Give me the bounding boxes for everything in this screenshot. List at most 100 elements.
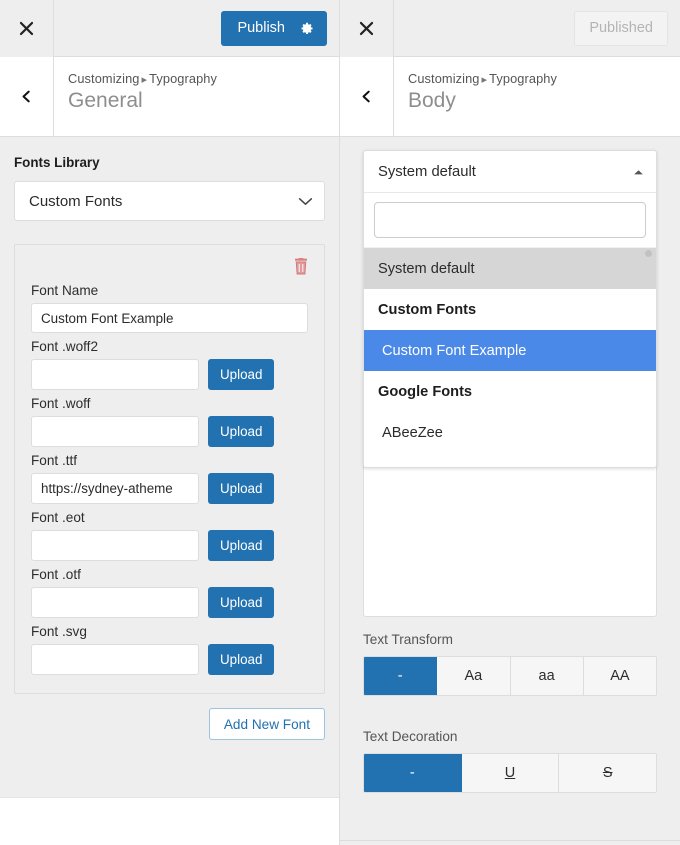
text-transform-option-uppercase[interactable]: AA: [583, 657, 656, 695]
chevron-left-icon: [362, 90, 370, 103]
text-decoration-option-none[interactable]: -: [364, 754, 462, 792]
chevron-down-icon: [298, 193, 313, 210]
font-family-option-list[interactable]: System default Custom Fonts Custom Font …: [364, 247, 656, 467]
font-eot-input[interactable]: [31, 530, 199, 561]
trash-icon[interactable]: [294, 257, 308, 275]
page-title: Body: [408, 89, 456, 112]
close-icon[interactable]: [0, 0, 54, 57]
font-svg-input[interactable]: [31, 644, 199, 675]
caret-up-glyph: [634, 169, 643, 174]
left-section-header: Customizing ▸ Typography General: [0, 57, 339, 137]
font-ttf-row: Upload: [31, 473, 308, 504]
text-transform-option-lowercase[interactable]: aa: [510, 657, 584, 695]
dropdown-scrollbar-thumb[interactable]: [645, 250, 652, 257]
breadcrumb-root: Customizing: [408, 71, 480, 86]
breadcrumb: Customizing ▸ Typography: [408, 71, 680, 86]
text-decoration-button-group: - U S: [363, 753, 657, 793]
font-otf-label: Font .otf: [31, 567, 81, 582]
font-option-system-default[interactable]: System default: [364, 248, 656, 289]
upload-button-svg[interactable]: Upload: [208, 644, 275, 675]
breadcrumb-separator: ▸: [481, 74, 488, 86]
upload-button-woff[interactable]: Upload: [208, 416, 275, 447]
breadcrumb-separator: ▸: [141, 74, 148, 86]
font-family-search-input[interactable]: [374, 202, 646, 238]
back-button[interactable]: [0, 57, 54, 136]
font-otf-row: Upload: [31, 587, 308, 618]
gear-icon[interactable]: [299, 21, 314, 36]
fonts-library-select[interactable]: Custom Fonts: [14, 181, 325, 221]
dropdown-scrollbar[interactable]: [645, 248, 653, 467]
upload-button-otf[interactable]: Upload: [208, 587, 275, 618]
font-family-selected-value: System default: [378, 163, 476, 180]
breadcrumb-section: Typography: [489, 71, 558, 86]
font-option-abel[interactable]: Abel: [364, 453, 656, 468]
font-family-dropdown-toggle[interactable]: System default: [364, 151, 656, 193]
publish-button[interactable]: Publish: [221, 10, 327, 46]
add-new-font-button[interactable]: Add New Font: [208, 708, 325, 740]
font-woff-input[interactable]: [31, 416, 199, 447]
font-name-label: Font Name: [31, 283, 99, 298]
font-family-dropdown: System default System default Custom Fon…: [363, 150, 657, 468]
font-svg-label: Font .svg: [31, 624, 87, 639]
fonts-library-select-value: Custom Fonts: [29, 192, 123, 210]
breadcrumb: Customizing ▸ Typography: [68, 71, 339, 86]
font-eot-row: Upload: [31, 530, 308, 561]
text-decoration-label: Text Decoration: [363, 729, 458, 744]
page-title: General: [68, 89, 143, 112]
font-option-abeezee[interactable]: ABeeZee: [364, 412, 656, 453]
customizer-screenshot: Publish Customizing ▸ Typography General…: [0, 0, 680, 845]
text-transform-label: Text Transform: [363, 632, 453, 647]
back-button[interactable]: [340, 57, 394, 136]
font-option-group-custom-fonts: Custom Fonts: [378, 301, 477, 318]
upload-button-eot[interactable]: Upload: [208, 530, 275, 561]
gear-glyph: [301, 22, 313, 34]
right-header-titles: Customizing ▸ Typography Body: [394, 57, 680, 136]
published-button: Published: [574, 10, 668, 46]
font-otf-input[interactable]: [31, 587, 199, 618]
font-name-input[interactable]: [31, 303, 308, 333]
left-panel-body: Fonts Library Custom Fonts Font Name Cus…: [0, 137, 339, 740]
strikethrough-label: S: [602, 765, 613, 781]
publish-button-label: Publish: [237, 20, 285, 36]
text-transform-button-group: - Aa aa AA: [363, 656, 657, 696]
close-icon[interactable]: [340, 0, 394, 57]
font-card: Font Name Font .woff2 Upload Font .woff …: [14, 244, 325, 694]
font-ttf-input[interactable]: [31, 473, 199, 504]
underline-label: U: [504, 765, 516, 781]
font-woff2-input[interactable]: [31, 359, 199, 390]
left-panel-footer: [0, 797, 339, 845]
chevron-left-icon: [22, 90, 30, 103]
text-decoration-section: Text Decoration - U S: [340, 729, 680, 793]
close-glyph: [359, 21, 374, 35]
close-glyph: [19, 21, 34, 35]
breadcrumb-section: Typography: [149, 71, 218, 86]
font-woff-row: Upload: [31, 416, 308, 447]
breadcrumb-root: Customizing: [68, 71, 140, 86]
body-section: Body Font Size: [340, 840, 680, 845]
font-svg-row: Upload: [31, 644, 308, 675]
font-option-custom-font-example[interactable]: Custom Font Example: [364, 330, 656, 371]
left-topbar: Publish: [0, 0, 339, 57]
text-transform-option-capitalize[interactable]: Aa: [437, 657, 511, 695]
font-woff2-row: Upload: [31, 359, 308, 390]
right-section-header: Customizing ▸ Typography Body: [340, 57, 680, 137]
text-transform-option-none[interactable]: -: [364, 657, 438, 695]
left-header-titles: Customizing ▸ Typography General: [54, 57, 339, 136]
font-option-group-google-fonts: Google Fonts: [378, 383, 473, 400]
font-woff-label: Font .woff: [31, 396, 91, 411]
text-decoration-option-strikethrough[interactable]: S: [559, 754, 656, 792]
right-topbar: Published: [340, 0, 680, 57]
trash-glyph: [295, 257, 307, 274]
caret-up-icon: [633, 164, 644, 180]
chevron-down-glyph: [298, 197, 313, 205]
font-card-toolbar: [31, 255, 308, 277]
font-eot-label: Font .eot: [31, 510, 85, 525]
text-decoration-option-underline[interactable]: U: [461, 754, 560, 792]
font-ttf-label: Font .ttf: [31, 453, 78, 468]
add-font-row: Add New Font: [14, 694, 325, 740]
upload-button-ttf[interactable]: Upload: [208, 473, 275, 504]
upload-button-woff2[interactable]: Upload: [208, 359, 275, 390]
text-transform-section: Text Transform - Aa aa AA: [340, 632, 680, 696]
font-woff2-label: Font .woff2: [31, 339, 98, 354]
right-customizer-panel: Published Customizing ▸ Typography Body Sy…: [340, 0, 680, 845]
